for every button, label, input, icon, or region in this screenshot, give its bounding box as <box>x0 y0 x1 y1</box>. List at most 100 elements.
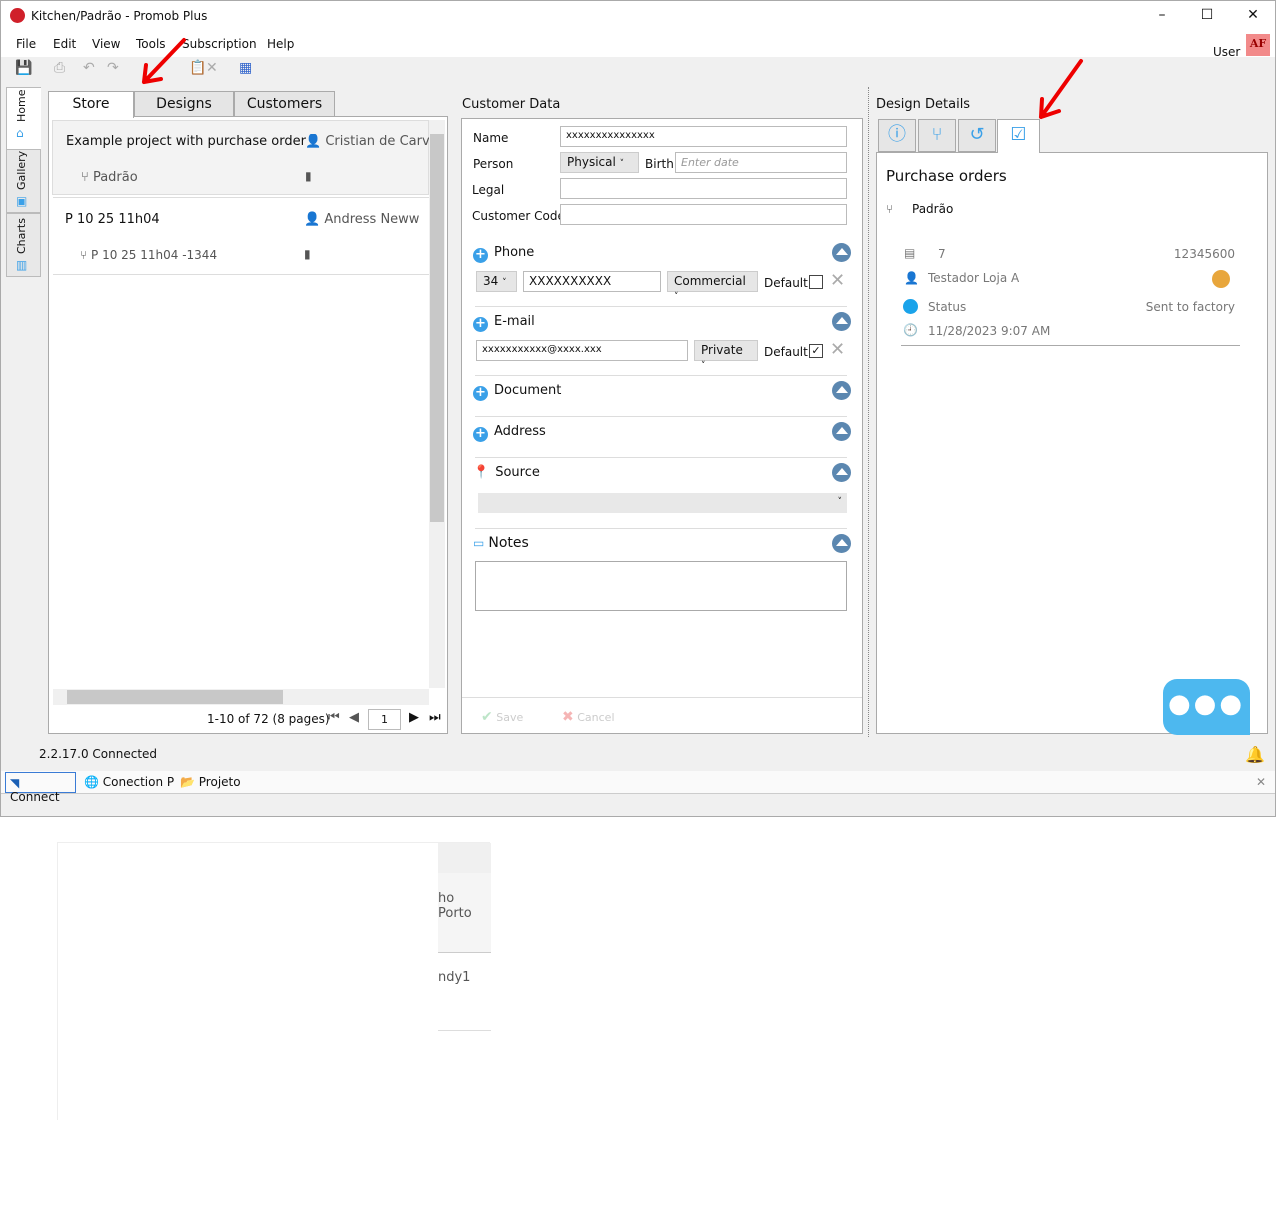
window-title: Kitchen/Padrão - Promob Plus <box>31 9 208 23</box>
prev-page-button[interactable]: ◀ <box>349 710 359 725</box>
gallery-icon: ▣ <box>16 194 28 208</box>
collapse-source-button[interactable] <box>832 463 851 482</box>
menu-view[interactable]: View <box>92 37 120 51</box>
remove-email-icon[interactable]: ✕ <box>830 339 845 360</box>
horizontal-scrollbar[interactable] <box>53 689 429 705</box>
source-select[interactable]: ˅ <box>478 493 847 513</box>
save-icon[interactable]: 💾 <box>15 60 32 76</box>
divider <box>475 306 847 307</box>
app-window: Kitchen/Padrão - Promob Plus – ☐ ✕ File … <box>0 0 1276 817</box>
legal-input[interactable] <box>560 178 847 199</box>
info-icon: ⓘ <box>888 124 906 145</box>
person-label: Person <box>473 157 514 171</box>
tab-conection-p[interactable]: 🌐 Conection P <box>84 775 174 789</box>
scrollbar-thumb[interactable] <box>67 690 283 704</box>
tab-projeto[interactable]: 📂 Projeto <box>180 775 241 789</box>
collapse-document-button[interactable] <box>832 381 851 400</box>
email-input[interactable]: xxxxxxxxxxx@xxxx.xxx <box>476 340 688 361</box>
hierarchy-tab[interactable]: ⑂ <box>918 119 956 152</box>
app-logo-icon <box>10 8 25 23</box>
cancel-button[interactable]: ✖ Cancel <box>562 709 615 725</box>
menu-edit[interactable]: Edit <box>53 37 76 51</box>
save-button[interactable]: ✔ Save <box>481 709 523 725</box>
tab-designs[interactable]: Designs <box>134 91 234 117</box>
maximize-button[interactable]: ☐ <box>1197 7 1217 23</box>
phone-section[interactable]: + Phone <box>473 245 534 263</box>
folder-icon: 📂 <box>180 775 195 789</box>
divider <box>475 457 847 458</box>
collapse-address-button[interactable] <box>832 422 851 441</box>
notes-textarea[interactable] <box>475 561 847 611</box>
user-icon: 👤 <box>904 271 919 285</box>
annotation-arrow-icon <box>1039 59 1083 119</box>
phone-input[interactable]: XXXXXXXXXX <box>523 271 661 292</box>
name-input[interactable]: xxxxxxxxxxxxxxx <box>560 126 847 147</box>
user-label[interactable]: User <box>1213 45 1240 59</box>
delete-icon[interactable]: ✕ <box>206 60 218 76</box>
collapse-email-button[interactable] <box>832 312 851 331</box>
history-tab[interactable]: ↺ <box>958 119 996 152</box>
phone-default-checkbox[interactable] <box>809 275 823 289</box>
email-type-select[interactable]: Private ˅ <box>694 340 758 371</box>
design-item[interactable]: ⑂ P 10 25 11h04 -1344 <box>80 248 217 262</box>
email-default-checkbox[interactable]: ✓ <box>809 344 823 358</box>
factory-icon <box>1212 270 1230 288</box>
chat-button[interactable]: ●●● <box>1163 679 1250 735</box>
bell-icon[interactable]: 🔔 <box>1245 745 1265 764</box>
chevron-down-icon: ˅ <box>674 292 679 302</box>
phone-type-select[interactable]: Commercial ˅ <box>667 271 758 302</box>
purchase-order-item[interactable]: ▤ 7 12345600 👤 Testador Loja A Status Se… <box>901 241 1240 346</box>
tab-store[interactable]: Store <box>48 91 134 118</box>
avatar[interactable]: AF <box>1246 34 1270 56</box>
remove-phone-icon[interactable]: ✕ <box>830 270 845 291</box>
birth-input[interactable]: Enter date <box>675 152 847 173</box>
info-tab[interactable]: ⓘ <box>878 119 916 152</box>
scrollbar-thumb[interactable] <box>430 134 444 522</box>
print-icon[interactable]: ⎙ <box>54 60 65 76</box>
first-page-button[interactable]: ⏮ <box>328 710 340 725</box>
design-item[interactable]: ⑂ Padrão <box>81 170 138 185</box>
details-panel <box>876 152 1268 734</box>
add-icon: + <box>473 317 488 332</box>
layout-icon[interactable]: ▦ <box>239 60 252 76</box>
collapse-notes-button[interactable] <box>832 534 851 553</box>
vertical-scrollbar[interactable] <box>429 120 445 688</box>
close-button[interactable]: ✕ <box>1243 7 1263 23</box>
notes-section[interactable]: ▭ Notes <box>473 535 529 551</box>
list-item[interactable]: P 10 25 11h04 👤 Andress Neww ⑂ P 10 25 1… <box>52 199 429 274</box>
page-input[interactable]: 1 <box>368 709 401 730</box>
pagination-summary: 1-10 of 72 (8 pages) <box>207 712 330 726</box>
home-icon: ⌂ <box>16 126 24 140</box>
side-tab-home[interactable]: Home ⌂ <box>6 87 41 151</box>
address-section[interactable]: + Address <box>473 424 546 442</box>
close-bottom-tab-icon[interactable]: ✕ <box>1256 775 1266 789</box>
tab-customers[interactable]: Customers <box>234 91 335 117</box>
last-page-button[interactable]: ⏭ <box>429 710 441 725</box>
minimize-button[interactable]: – <box>1152 7 1172 23</box>
tab-connect[interactable]: ◥ Connect <box>5 772 76 804</box>
ghost-text: ndy1 <box>438 970 471 985</box>
divider <box>475 416 847 417</box>
bottom-tabbar: ◥ Connect 🌐 Conection P 📂 Projeto ✕ <box>1 771 1275 804</box>
menu-help[interactable]: Help <box>267 37 294 51</box>
source-section[interactable]: 📍 Source <box>473 465 540 480</box>
paste-icon[interactable]: 📋 <box>189 60 206 76</box>
person-select[interactable]: Physical ˅ <box>560 152 639 173</box>
birth-label: Birth <box>645 157 674 171</box>
side-tab-gallery[interactable]: Gallery ▣ <box>6 149 41 213</box>
next-page-button[interactable]: ▶ <box>409 710 419 725</box>
undo-icon[interactable]: ↶ <box>83 60 95 76</box>
redo-icon[interactable]: ↷ <box>107 60 119 76</box>
document-section[interactable]: + Document <box>473 383 561 401</box>
menu-subscription[interactable]: Subscription <box>182 37 257 51</box>
list-item[interactable]: Example project with purchase order 👤 Cr… <box>52 120 429 195</box>
collapse-phone-button[interactable] <box>832 243 851 262</box>
purchase-orders-tab[interactable]: ☑ <box>997 119 1040 153</box>
customer-code-input[interactable] <box>560 204 847 225</box>
name-label: Name <box>473 131 509 145</box>
menu-file[interactable]: File <box>16 37 36 51</box>
country-code-select[interactable]: 34 ˅ <box>476 271 517 292</box>
side-tab-charts[interactable]: Charts ▥ <box>6 213 41 277</box>
email-section[interactable]: + E-mail <box>473 314 535 332</box>
splitter[interactable] <box>868 87 869 737</box>
